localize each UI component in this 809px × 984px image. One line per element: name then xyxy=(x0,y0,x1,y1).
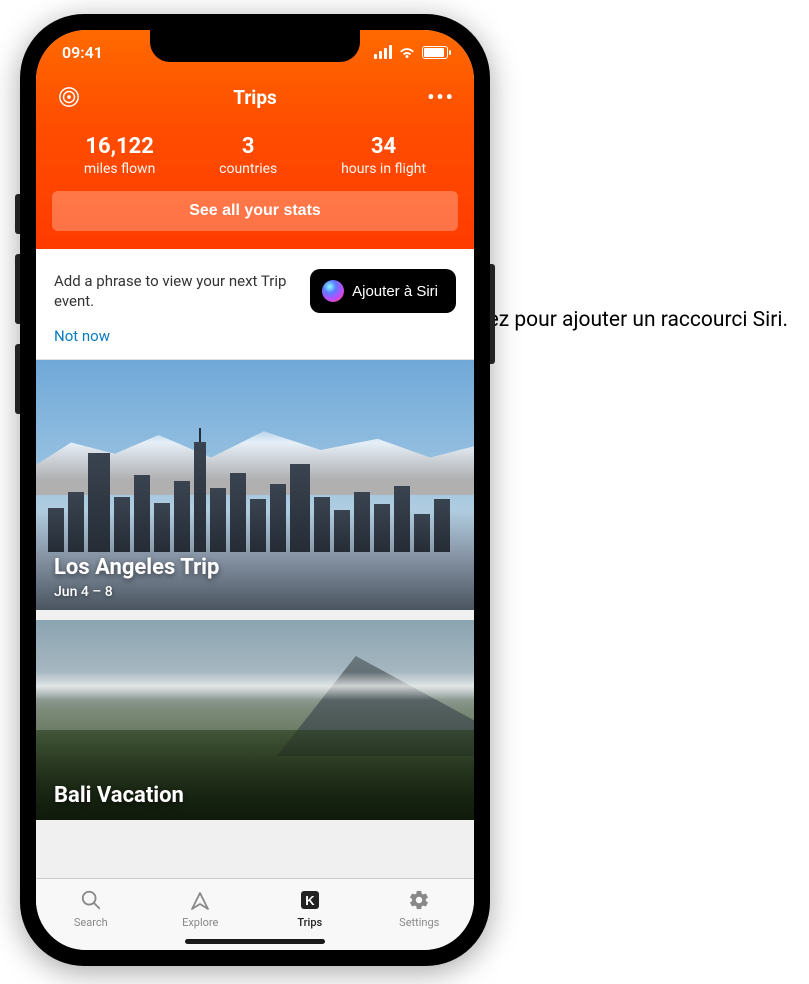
screen: 09:41 Trips ••• xyxy=(36,30,474,950)
stats-row: 16,122 miles flown 3 countries 34 hours … xyxy=(52,134,458,177)
svg-text:K: K xyxy=(305,893,315,908)
header-left-button[interactable] xyxy=(54,82,84,112)
add-to-siri-button[interactable]: Ajouter à Siri xyxy=(310,269,456,313)
siri-icon xyxy=(322,280,344,302)
explore-icon xyxy=(187,887,213,913)
trip-title: Los Angeles Trip xyxy=(54,555,219,580)
tab-label: Trips xyxy=(297,916,322,929)
battery-icon xyxy=(422,46,448,59)
status-right xyxy=(374,43,448,61)
gear-icon xyxy=(406,887,432,913)
trip-card-bali[interactable]: Bali Vacation xyxy=(36,620,474,820)
trip-image-overlay xyxy=(36,442,474,552)
tab-bar: Search Explore K Trips Settings xyxy=(36,878,474,950)
header-more-button[interactable]: ••• xyxy=(426,82,456,112)
tab-search[interactable]: Search xyxy=(36,879,146,950)
phone-frame: 09:41 Trips ••• xyxy=(20,14,490,966)
stat-value: 16,122 xyxy=(84,134,155,159)
trip-title: Bali Vacation xyxy=(54,783,184,808)
tab-label: Search xyxy=(74,916,108,929)
home-indicator[interactable] xyxy=(185,939,325,944)
tab-settings[interactable]: Settings xyxy=(365,879,475,950)
see-all-stats-button[interactable]: See all your stats xyxy=(52,191,458,231)
phone-side-button xyxy=(490,264,495,364)
stat-countries: 3 countries xyxy=(219,134,277,177)
stats-panel: 16,122 miles flown 3 countries 34 hours … xyxy=(36,120,474,249)
cellular-signal-icon xyxy=(374,45,392,59)
trip-dates: Jun 4 – 8 xyxy=(54,584,113,600)
search-icon xyxy=(78,887,104,913)
trips-list[interactable]: Los Angeles Trip Jun 4 – 8 Bali Vacation xyxy=(36,360,474,878)
radar-icon xyxy=(58,86,80,108)
stat-label: countries xyxy=(219,161,277,177)
status-time: 09:41 xyxy=(62,43,103,62)
add-to-siri-label: Ajouter à Siri xyxy=(352,283,438,300)
more-icon: ••• xyxy=(427,85,455,109)
trips-icon: K xyxy=(297,887,323,913)
siri-prompt-text: Add a phrase to view your next Trip even… xyxy=(54,271,298,312)
page-title: Trips xyxy=(233,86,277,109)
tab-label: Explore xyxy=(182,916,218,929)
trip-card-los-angeles[interactable]: Los Angeles Trip Jun 4 – 8 xyxy=(36,360,474,610)
stat-hours: 34 hours in flight xyxy=(341,134,426,177)
siri-prompt-card: Add a phrase to view your next Trip even… xyxy=(36,249,474,360)
stat-value: 3 xyxy=(219,134,277,159)
tab-label: Settings xyxy=(399,916,439,929)
stat-label: miles flown xyxy=(84,161,155,177)
stat-label: hours in flight xyxy=(341,161,426,177)
stat-value: 34 xyxy=(341,134,426,159)
wifi-icon xyxy=(398,43,416,61)
not-now-link[interactable]: Not now xyxy=(54,327,110,345)
nav-header: Trips ••• xyxy=(36,74,474,120)
notch xyxy=(150,30,360,62)
stat-miles: 16,122 miles flown xyxy=(84,134,155,177)
